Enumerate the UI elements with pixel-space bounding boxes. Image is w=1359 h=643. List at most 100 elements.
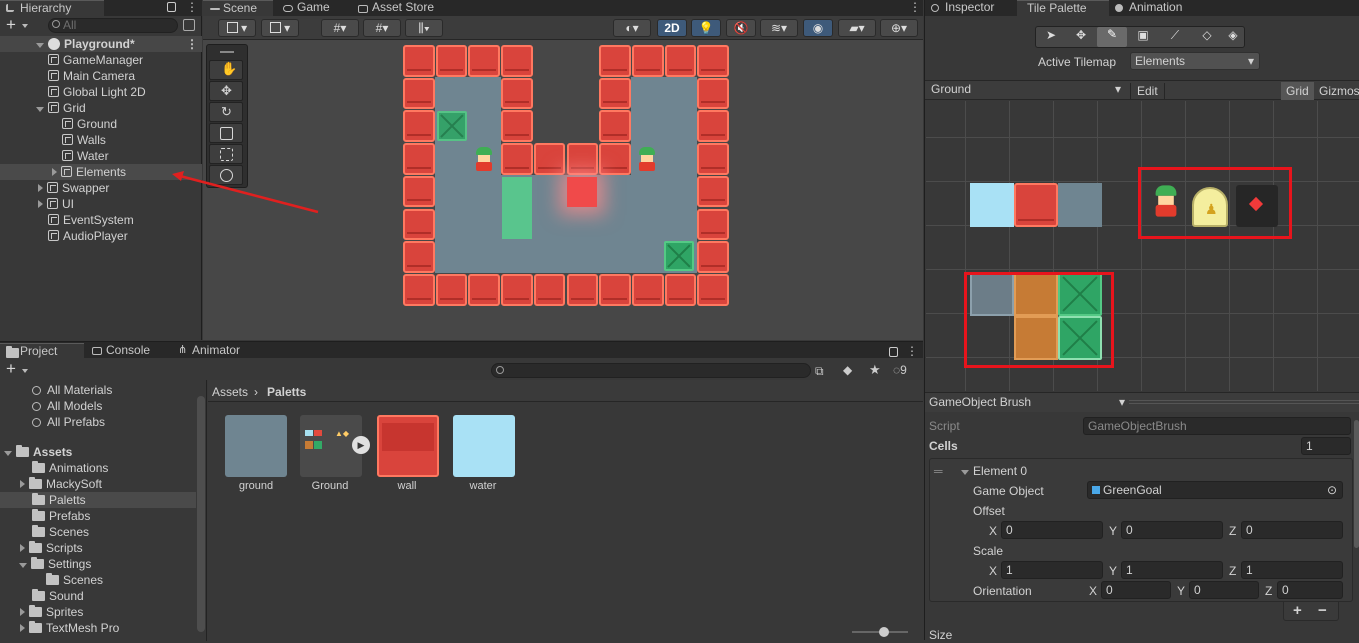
folder-item[interactable]: Prefabs bbox=[0, 508, 196, 524]
offset-y-input[interactable]: 0 bbox=[1121, 521, 1223, 539]
folder-item[interactable]: Scripts bbox=[0, 540, 196, 556]
folder-icon bbox=[32, 525, 45, 537]
inspector-scrollbar[interactable] bbox=[1354, 420, 1359, 548]
folder-item[interactable]: MackySoft bbox=[0, 476, 196, 492]
lock-icon[interactable] bbox=[889, 347, 898, 357]
edit-button[interactable]: Edit bbox=[1130, 83, 1165, 99]
eraser-icon[interactable]: ◇ bbox=[1193, 28, 1221, 46]
offset-z-label: Z bbox=[1229, 524, 1237, 538]
picker-icon[interactable]: ⟋ bbox=[1161, 28, 1189, 46]
remove-element-button[interactable]: − bbox=[1318, 603, 1327, 619]
element-foldout[interactable]: Element 0 bbox=[961, 463, 1027, 479]
folder-icon bbox=[32, 461, 45, 473]
asset-label: wall bbox=[397, 480, 417, 492]
breadcrumb-paletts[interactable]: Paletts bbox=[267, 384, 306, 400]
scale-x-label: X bbox=[989, 564, 998, 578]
zoom-slider-handle[interactable] bbox=[879, 627, 889, 637]
folder-icon bbox=[29, 621, 42, 633]
orientation-y-label: Y bbox=[1177, 584, 1186, 598]
game-object-field[interactable]: GreenGoal ⊙ bbox=[1087, 481, 1343, 499]
tab-tile-palette[interactable]: Tile Palette bbox=[1017, 0, 1109, 16]
add-element-button[interactable]: + bbox=[1293, 603, 1302, 619]
active-tilemap-dropdown[interactable]: Elements ▾ bbox=[1130, 52, 1260, 70]
folder-item[interactable]: Sound bbox=[0, 588, 196, 604]
paint-brush-icon[interactable]: ✎ bbox=[1097, 27, 1127, 47]
project-search-input[interactable] bbox=[491, 363, 811, 378]
project-panel: Project Console ⋔ Animator ⋮ + ⧉ ◆ ★ ◌9 A… bbox=[0, 341, 923, 641]
folder-label: Scenes bbox=[63, 573, 104, 587]
offset-x-input[interactable]: 0 bbox=[1001, 521, 1103, 539]
fill-bucket-icon[interactable]: ◈ bbox=[1221, 28, 1245, 46]
favorite-item[interactable]: All Models bbox=[32, 398, 102, 414]
splitter[interactable] bbox=[1129, 400, 1359, 404]
tab-inspector[interactable]: Inspector bbox=[925, 0, 1002, 16]
favorite-icon[interactable]: ★ bbox=[869, 362, 881, 378]
brush-dropdown[interactable]: GameObject Brush ▾ bbox=[929, 394, 1125, 410]
palette-tile-ground[interactable] bbox=[1058, 183, 1102, 227]
tab-project[interactable]: Project bbox=[0, 343, 84, 359]
asset-label: Ground bbox=[311, 480, 349, 492]
orientation-z-input[interactable]: 0 bbox=[1277, 581, 1343, 599]
hidden-count: 9 bbox=[900, 363, 907, 377]
scale-y-input[interactable]: 1 bbox=[1121, 561, 1223, 579]
folder-item[interactable]: Settings bbox=[0, 556, 196, 572]
folder-item[interactable]: Scenes bbox=[0, 524, 196, 540]
breadcrumb-assets[interactable]: Assets bbox=[212, 384, 248, 400]
favorite-label: All Materials bbox=[47, 383, 113, 397]
asset-ground-tile[interactable] bbox=[225, 415, 287, 477]
palette-grid[interactable]: ♟ bbox=[926, 101, 1359, 391]
gizmos-toggle[interactable]: Gizmos bbox=[1319, 83, 1359, 99]
drag-handle-icon[interactable]: ═ bbox=[934, 463, 943, 479]
grid-toggle[interactable]: Grid bbox=[1281, 82, 1314, 100]
favorite-item[interactable]: All Prefabs bbox=[32, 414, 105, 430]
scale-x-input[interactable]: 1 bbox=[1001, 561, 1103, 579]
folder-item[interactable]: Animations bbox=[0, 460, 196, 476]
cells-size-input[interactable]: 1 bbox=[1301, 437, 1351, 455]
folder-icon bbox=[29, 605, 42, 617]
asset-wall-tile[interactable] bbox=[377, 415, 439, 477]
folder-icon bbox=[32, 493, 45, 505]
box-fill-icon[interactable]: ▣ bbox=[1129, 28, 1157, 46]
folder-icon bbox=[46, 573, 59, 585]
offset-y-label: Y bbox=[1109, 524, 1118, 538]
hidden-packages-icon[interactable]: ◌9 bbox=[893, 363, 907, 377]
favorite-item[interactable]: All Materials bbox=[32, 382, 112, 398]
palette-tile-wall[interactable] bbox=[1014, 183, 1058, 227]
tab-animator[interactable]: ⋔ Animator bbox=[172, 343, 248, 359]
folder-icon bbox=[32, 589, 45, 601]
favorite-label: All Models bbox=[47, 399, 103, 413]
folder-tree: All Materials All Models All Prefabs Asset… bbox=[0, 380, 207, 641]
assets-root[interactable]: Assets bbox=[4, 444, 72, 460]
folder-item[interactable]: Paletts bbox=[0, 492, 196, 508]
move-tool-icon[interactable]: ✥ bbox=[1067, 28, 1095, 46]
folder-item[interactable]: Scenes bbox=[0, 572, 196, 588]
folder-label: Scripts bbox=[46, 541, 83, 555]
palette-tile-water[interactable] bbox=[970, 183, 1014, 227]
menu-dots-icon[interactable]: ⋮ bbox=[906, 344, 918, 358]
chevron-down-icon[interactable] bbox=[22, 369, 28, 373]
scale-z-input[interactable]: 1 bbox=[1241, 561, 1343, 579]
scrollbar[interactable] bbox=[197, 396, 205, 632]
favorite-label: All Prefabs bbox=[47, 415, 106, 429]
folder-label: Sprites bbox=[46, 605, 84, 619]
active-tilemap-label: Active Tilemap bbox=[1038, 55, 1117, 69]
search-by-label-icon[interactable]: ◆ bbox=[843, 363, 852, 377]
select-tool-icon[interactable]: ➤ bbox=[1037, 28, 1065, 46]
asset-water-tile[interactable] bbox=[453, 415, 515, 477]
folder-item[interactable]: Sprites bbox=[0, 604, 196, 620]
cells-label[interactable]: Cells bbox=[929, 438, 958, 454]
add-button[interactable]: + bbox=[6, 359, 16, 379]
palette-dropdown[interactable]: Ground ▾ bbox=[927, 81, 1125, 99]
tab-console[interactable]: Console bbox=[86, 343, 158, 359]
offset-z-input[interactable]: 0 bbox=[1241, 521, 1343, 539]
orientation-x-input[interactable]: 0 bbox=[1101, 581, 1171, 599]
search-icon bbox=[32, 402, 41, 411]
search-by-type-icon[interactable]: ⧉ bbox=[815, 364, 824, 379]
tile-palette-panel: Inspector Tile Palette Animation ➤ ✥ ✎ ▣… bbox=[924, 0, 1359, 642]
folder-label: Animations bbox=[49, 461, 109, 475]
folder-label: MackySoft bbox=[46, 477, 103, 491]
tab-animation[interactable]: Animation bbox=[1109, 0, 1190, 16]
folder-item[interactable]: TextMesh Pro bbox=[0, 620, 196, 636]
orientation-y-input[interactable]: 0 bbox=[1189, 581, 1259, 599]
play-icon[interactable]: ▶ bbox=[352, 436, 370, 454]
